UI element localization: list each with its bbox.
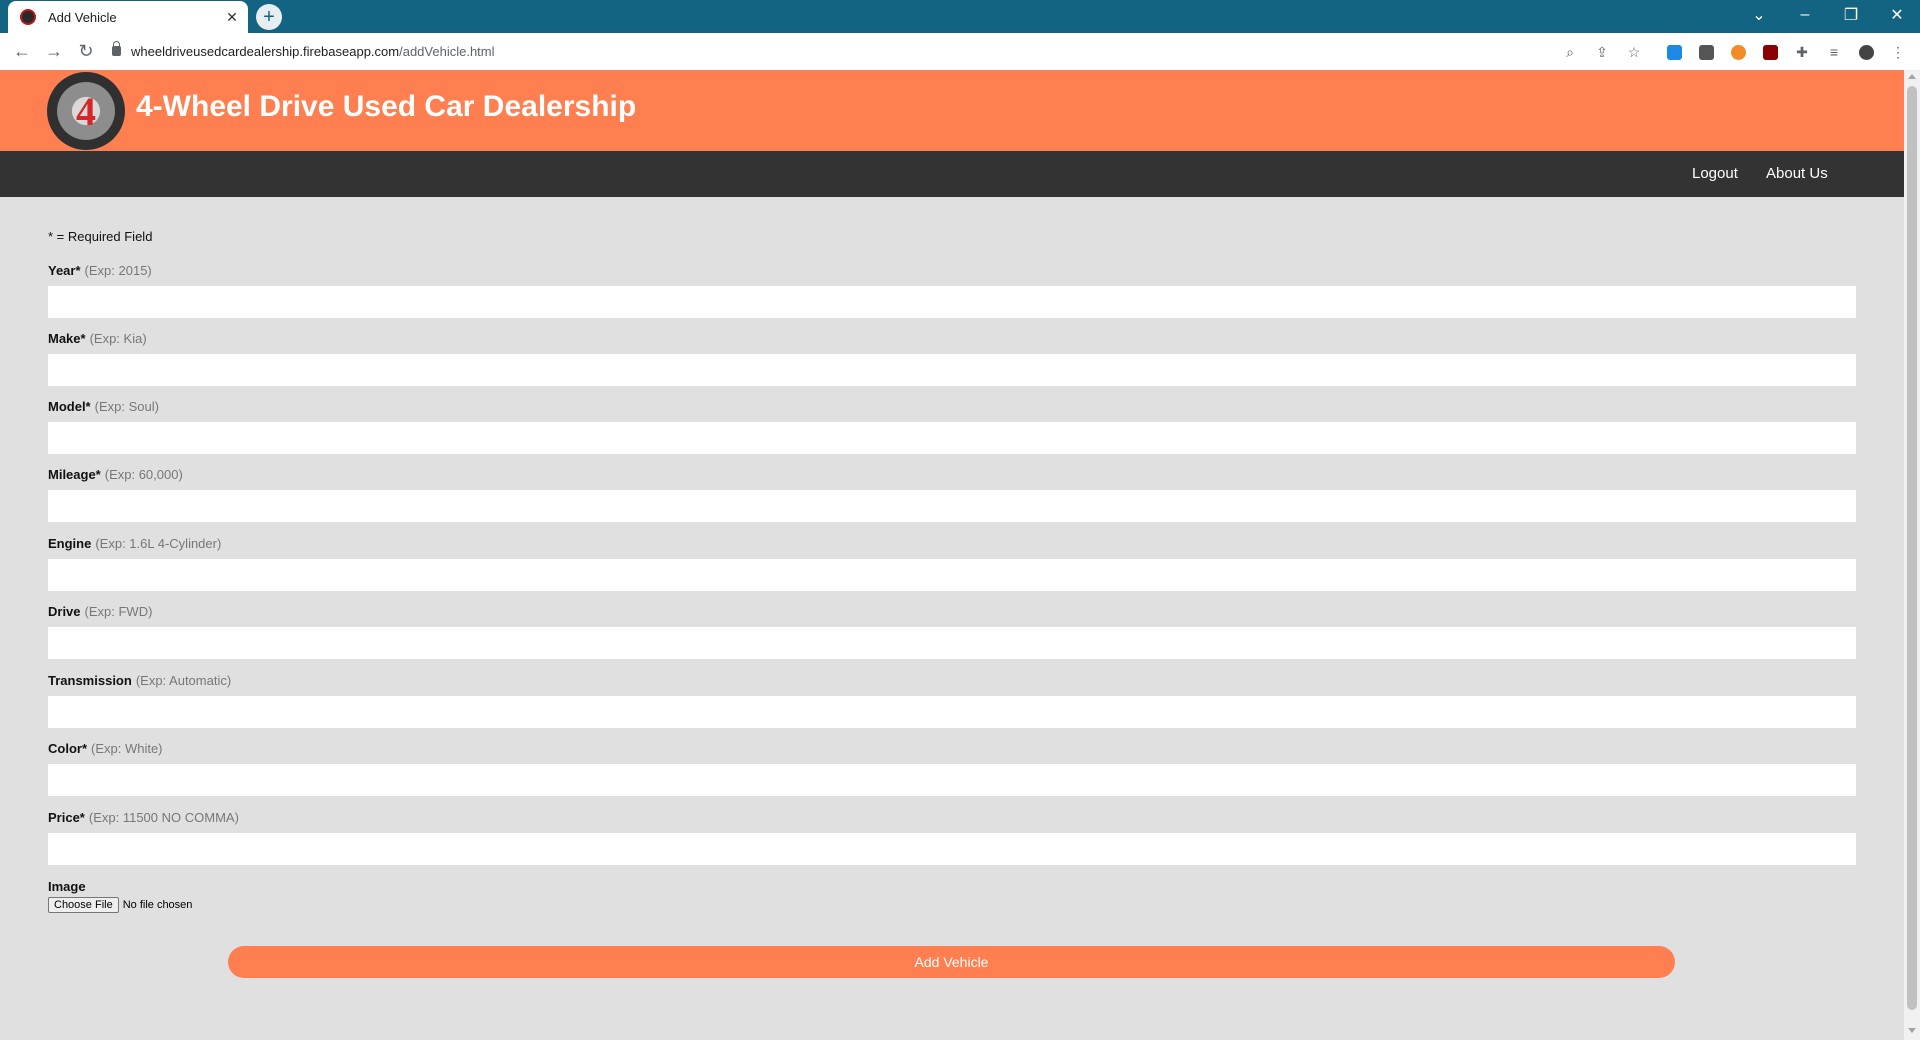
model-input[interactable] [48, 422, 1856, 454]
price-example: (Exp: 11500 NO COMMA) [88, 810, 239, 825]
url-host: wheeldriveusedcardealership.firebaseapp.… [131, 43, 400, 59]
image-field: Image Choose File No file chosen [48, 879, 192, 913]
browser-toolbar: ← → ↻ wheeldriveusedcardealership.fireba… [0, 33, 1920, 70]
bookmark-star-icon[interactable]: ☆ [1624, 42, 1644, 62]
page-scrollbar[interactable] [1904, 70, 1920, 1040]
engine-label: Engine [48, 536, 92, 551]
minimize-button[interactable]: – [1782, 0, 1828, 30]
choose-file-button[interactable]: Choose File [48, 897, 119, 913]
required-field-note: * = Required Field [48, 229, 153, 244]
browser-titlebar: Add Vehicle ✕ + ⌄ – ❐ ✕ [0, 0, 1920, 33]
transmission-field: Transmission (Exp: Automatic) [48, 672, 1856, 728]
make-example: (Exp: Kia) [89, 331, 147, 346]
engine-input[interactable] [48, 559, 1856, 591]
url-path: /addVehicle.html [399, 43, 495, 59]
scroll-down-icon[interactable] [1908, 1028, 1916, 1033]
file-upload-row: Choose File No file chosen [48, 897, 192, 913]
extension-cat-icon[interactable] [1696, 42, 1716, 62]
address-bar[interactable]: wheeldriveusedcardealership.firebaseapp.… [112, 38, 495, 64]
color-example: (Exp: White) [91, 741, 163, 756]
new-tab-button[interactable]: + [256, 4, 282, 30]
site-nav: Logout About Us [0, 151, 1904, 197]
profile-avatar-icon[interactable] [1856, 42, 1876, 62]
make-label: Make* [48, 331, 86, 346]
nav-about-us-link[interactable]: About Us [1766, 165, 1828, 182]
engine-field: Engine (Exp: 1.6L 4-Cylinder) [48, 535, 1856, 591]
extension-honey-icon[interactable] [1728, 42, 1748, 62]
transmission-input[interactable] [48, 696, 1856, 728]
logo-text: 4 [76, 88, 96, 134]
extension-s-icon[interactable] [1664, 42, 1684, 62]
mileage-example: (Exp: 60,000) [104, 467, 183, 482]
year-input[interactable] [48, 286, 1856, 318]
site-header: 4 4-Wheel Drive Used Car Dealership [0, 70, 1904, 151]
mileage-label: Mileage* [48, 467, 101, 482]
dealership-logo: 4 [47, 72, 125, 150]
tab-search-icon[interactable]: ⌄ [1736, 0, 1782, 30]
close-window-button[interactable]: ✕ [1874, 0, 1920, 30]
image-label: Image [48, 879, 86, 894]
back-icon[interactable]: ← [10, 39, 34, 63]
add-vehicle-button[interactable]: Add Vehicle [228, 946, 1675, 978]
year-field: Year* (Exp: 2015) [48, 262, 1856, 318]
scroll-up-icon[interactable] [1908, 74, 1916, 79]
zoom-icon[interactable]: ⌕ [1560, 42, 1580, 62]
extensions-puzzle-icon[interactable]: ✚ [1792, 42, 1812, 62]
price-label: Price* [48, 810, 85, 825]
browser-menu-icon[interactable]: ⋮ [1888, 42, 1908, 62]
color-input[interactable] [48, 764, 1856, 796]
year-example: (Exp: 2015) [84, 263, 152, 278]
extension-ublock-icon[interactable] [1760, 42, 1780, 62]
share-icon[interactable]: ⇪ [1592, 42, 1612, 62]
site-favicon-icon [20, 9, 36, 25]
color-field: Color* (Exp: White) [48, 740, 1856, 796]
nav-logout-link[interactable]: Logout [1692, 165, 1738, 182]
forward-icon[interactable]: → [42, 39, 66, 63]
model-field: Model* (Exp: Soul) [48, 398, 1856, 454]
restore-button[interactable]: ❐ [1828, 0, 1874, 30]
make-input[interactable] [48, 354, 1856, 386]
reading-list-icon[interactable]: ≡ [1824, 42, 1844, 62]
transmission-example: (Exp: Automatic) [135, 673, 232, 688]
reload-icon[interactable]: ↻ [74, 39, 98, 63]
mileage-input[interactable] [48, 490, 1856, 522]
drive-input[interactable] [48, 627, 1856, 659]
price-input[interactable] [48, 833, 1856, 865]
mileage-field: Mileage* (Exp: 60,000) [48, 466, 1856, 522]
color-label: Color* [48, 741, 87, 756]
transmission-label: Transmission [48, 673, 132, 688]
year-label: Year* [48, 263, 81, 278]
drive-example: (Exp: FWD) [84, 604, 153, 619]
tab-close-icon[interactable]: ✕ [222, 7, 242, 27]
make-field: Make* (Exp: Kia) [48, 330, 1856, 386]
scrollbar-thumb[interactable] [1907, 86, 1917, 1010]
browser-tab[interactable]: Add Vehicle ✕ [8, 1, 248, 33]
tab-title: Add Vehicle [48, 9, 117, 25]
drive-field: Drive (Exp: FWD) [48, 603, 1856, 659]
engine-example: (Exp: 1.6L 4-Cylinder) [95, 536, 222, 551]
drive-label: Drive [48, 604, 81, 619]
model-label: Model* [48, 399, 91, 414]
price-field: Price* (Exp: 11500 NO COMMA) [48, 809, 1856, 865]
model-example: (Exp: Soul) [94, 399, 159, 414]
lock-icon [112, 41, 121, 56]
file-status: No file chosen [122, 899, 193, 911]
site-title: 4-Wheel Drive Used Car Dealership [136, 90, 637, 123]
